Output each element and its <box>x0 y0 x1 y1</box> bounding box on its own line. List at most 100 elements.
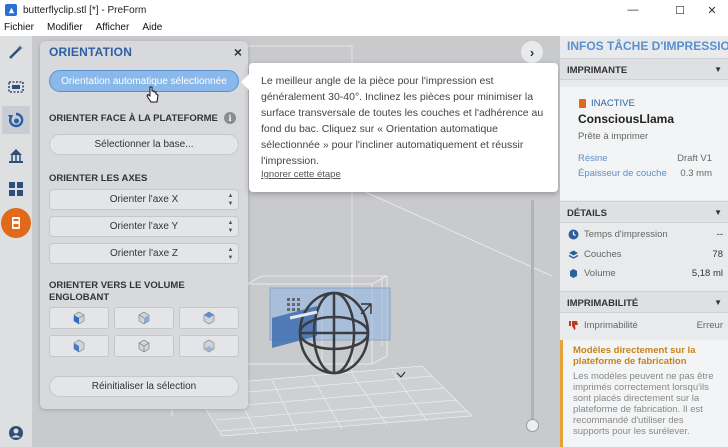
selection-box-icon <box>8 81 24 93</box>
layer-thickness-value: 0.3 mm <box>680 168 712 179</box>
printer-name: ConsciousLlama <box>578 112 675 126</box>
orient-z-label: Orienter l'axe Z <box>109 248 179 259</box>
layers-label: Couches <box>584 249 622 260</box>
supports-icon <box>9 149 23 163</box>
hand-cursor-icon <box>146 86 159 103</box>
face-bottom-button[interactable] <box>179 335 239 357</box>
user-account-icon <box>9 426 23 440</box>
spinner-icon[interactable]: ▲ ▼ <box>227 220 234 234</box>
orient-y-label: Orienter l'axe Y <box>109 221 179 232</box>
account-tool[interactable] <box>2 419 30 447</box>
layout-tool[interactable] <box>2 175 30 203</box>
rotate-icon <box>8 112 24 128</box>
layout-grid-icon <box>9 182 23 196</box>
face-top-button[interactable] <box>179 307 239 329</box>
printer-status-icon <box>579 99 586 108</box>
menu-fichier[interactable]: Fichier <box>4 22 34 33</box>
cube-front-icon <box>73 311 85 325</box>
print-time-value: -- <box>716 229 723 240</box>
window-title: butterflyclip.stl [*] - PreForm <box>23 4 147 16</box>
layer-slider-track[interactable] <box>531 200 534 425</box>
printer-status-badge: INACTIVE <box>591 98 635 109</box>
caret-down-icon: ▼ <box>714 208 722 217</box>
printability-value: Erreur <box>696 320 723 331</box>
layer-slider-handle[interactable] <box>526 419 539 432</box>
select-base-button[interactable]: Sélectionner la base... <box>49 134 239 155</box>
select-box-tool[interactable] <box>2 73 30 101</box>
close-icon: ✕ <box>707 4 717 17</box>
warning-text: Les modèles peuvent ne pas être imprimés… <box>573 371 714 437</box>
tooltip-text: Le meilleur angle de la pièce pour l'imp… <box>261 75 544 167</box>
printer-ready-status: Prête à imprimer <box>578 131 649 142</box>
resin-value: Draft V1 <box>677 153 712 164</box>
menu-modifier[interactable]: Modifier <box>47 22 83 33</box>
maximize-icon: ☐ <box>675 4 685 17</box>
minimize-button[interactable]: — <box>617 0 649 20</box>
menu-aide[interactable]: Aide <box>142 22 162 33</box>
thumbs-down-icon <box>569 321 578 330</box>
warning-card: Modèles directement sur la plateforme de… <box>560 340 728 447</box>
resin-label: Résine <box>578 153 608 164</box>
print-time-label: Temps d'impression <box>584 229 668 240</box>
print-job-panel: INFOS TÂCHE D'IMPRESSION IMPRIMANTE ▼ IN… <box>560 36 728 447</box>
info-icon[interactable]: i <box>224 112 236 124</box>
layers-value: 78 <box>712 249 723 260</box>
orientation-tool[interactable] <box>2 106 30 134</box>
chevron-right-icon[interactable]: › <box>521 41 543 63</box>
caret-down-icon: ▼ <box>714 65 722 74</box>
clock-icon <box>568 229 579 240</box>
face-platform-heading: ORIENTER FACE À LA PLATEFORME <box>49 113 218 124</box>
layer-thickness-label: Épaisseur de couche <box>578 168 667 179</box>
warning-title: Modèles directement sur la plateforme de… <box>573 345 696 367</box>
spinner-icon[interactable]: ▲ ▼ <box>227 193 234 207</box>
printer-icon <box>12 217 20 229</box>
cube-back-icon <box>138 339 150 353</box>
minimize-icon: — <box>627 4 639 16</box>
skip-step-link[interactable]: Ignorer cette étape <box>261 169 341 180</box>
printer-section-header[interactable]: IMPRIMANTE ▼ <box>560 58 728 80</box>
details-section-label: DÉTAILS <box>567 208 607 219</box>
orient-y-axis[interactable]: Orienter l'axe Y ▲ ▼ <box>49 216 239 237</box>
spinner-icon[interactable]: ▲ ▼ <box>227 247 234 261</box>
volume-icon <box>570 269 577 278</box>
printability-section-label: IMPRIMABILITÉ <box>567 298 639 309</box>
cube-top-icon <box>203 311 215 325</box>
face-front-button[interactable] <box>49 307 109 329</box>
printer-section-label: IMPRIMANTE <box>567 65 628 76</box>
axes-heading: ORIENTER LES AXES <box>49 173 148 184</box>
printability-label: Imprimabilité <box>584 320 638 331</box>
close-window-button[interactable]: ✕ <box>696 0 728 20</box>
magic-wand-tool[interactable] <box>2 38 30 66</box>
cube-left-icon <box>73 339 85 353</box>
face-right-button[interactable] <box>114 307 174 329</box>
supports-tool[interactable] <box>2 141 30 169</box>
print-job-tool[interactable] <box>1 208 31 238</box>
cube-right-icon <box>138 311 150 325</box>
orientation-panel: ORIENTATION × Orientation automatique sé… <box>40 41 248 409</box>
magic-wand-icon <box>9 45 23 59</box>
close-panel-icon[interactable]: × <box>234 44 242 60</box>
preform-app-icon <box>5 4 17 16</box>
cube-bottom-icon <box>203 339 215 353</box>
auto-orient-button[interactable]: Orientation automatique sélectionnée <box>49 70 239 92</box>
volume-label: Volume <box>584 268 616 279</box>
printability-section-header[interactable]: IMPRIMABILITÉ ▼ <box>560 291 728 313</box>
face-back-button[interactable] <box>114 335 174 357</box>
reset-selection-button[interactable]: Réinitialiser la sélection <box>49 376 239 397</box>
orient-z-axis[interactable]: Orienter l'axe Z ▲ ▼ <box>49 243 239 264</box>
maximize-button[interactable]: ☐ <box>664 0 696 20</box>
details-section-header[interactable]: DÉTAILS ▼ <box>560 201 728 223</box>
orientation-tooltip: Le meilleur angle de la pièce pour l'imp… <box>241 63 558 192</box>
job-panel-title: INFOS TÂCHE D'IMPRESSION <box>567 39 728 53</box>
panel-title: ORIENTATION <box>49 45 133 59</box>
title-bar: butterflyclip.stl [*] - PreForm — ☐ ✕ <box>0 0 728 20</box>
orient-x-axis[interactable]: Orienter l'axe X ▲ ▼ <box>49 189 239 210</box>
bounding-face-grid <box>49 307 239 357</box>
caret-down-icon: ▼ <box>714 298 722 307</box>
menu-bar: Fichier Modifier Afficher Aide <box>0 20 728 35</box>
bounding-volume-heading: ORIENTER VERS LE VOLUME ENGLOBANT <box>49 280 185 303</box>
face-left-button[interactable] <box>49 335 109 357</box>
volume-value: 5,18 ml <box>691 268 723 279</box>
menu-afficher[interactable]: Afficher <box>96 22 130 33</box>
layers-icon <box>568 250 579 259</box>
